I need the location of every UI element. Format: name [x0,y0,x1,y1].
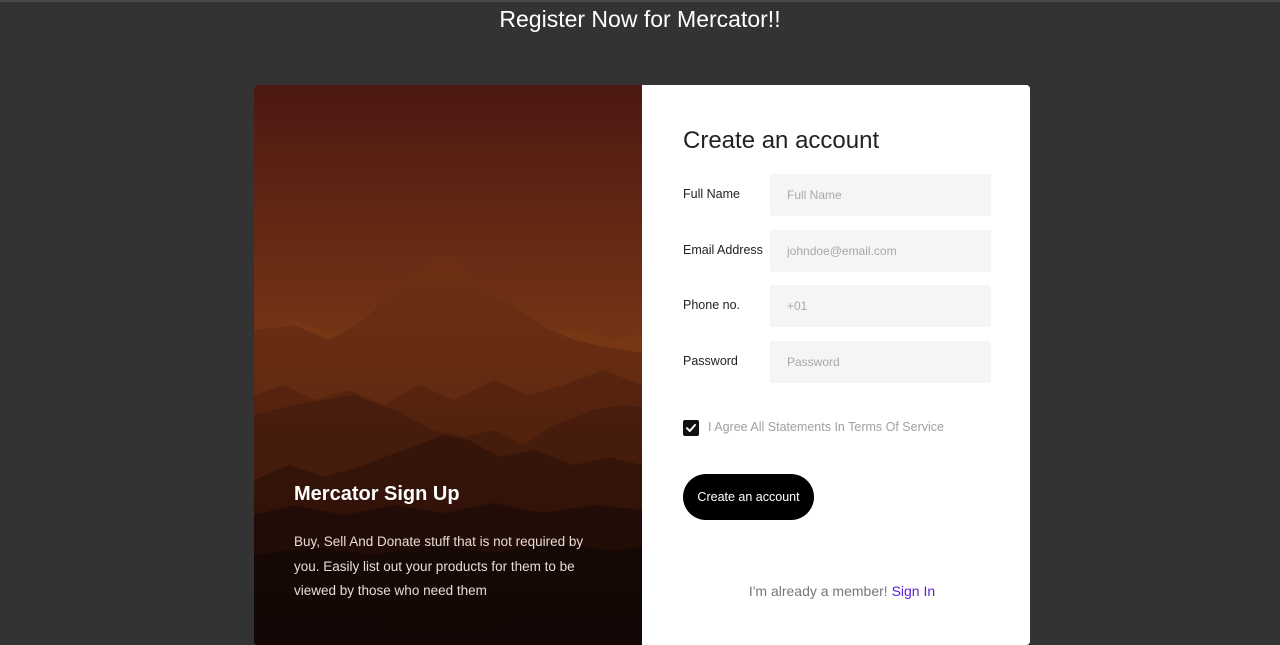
email-label: Email Address [683,243,763,257]
signin-prompt-row: I'm already a member! Sign In [642,583,1030,599]
full-name-label: Full Name [683,187,740,201]
signin-link[interactable]: Sign In [892,583,936,599]
form-heading: Create an account [683,127,880,154]
email-input[interactable] [770,230,991,272]
hero-description: Buy, Sell And Donate stuff that is not r… [294,534,584,598]
email-row: Email Address [683,230,991,272]
full-name-input[interactable] [770,174,991,216]
signin-prompt-text: I'm already a member! [748,583,888,599]
phone-input[interactable] [770,285,991,327]
signup-card: Mercator Sign Up Buy, Sell And Donate st… [254,85,1030,645]
hero-title: Mercator Sign Up [294,483,460,505]
checkmark-icon [686,424,696,432]
page-title: Register Now for Mercator!! [499,6,781,32]
terms-label: I Agree All Statements In Terms Of Servi… [708,420,944,434]
hero-panel: Mercator Sign Up Buy, Sell And Donate st… [254,85,642,645]
password-row: Password [683,341,991,383]
password-input[interactable] [770,341,991,383]
password-label: Password [683,354,738,368]
create-account-button[interactable]: Create an account [683,474,814,520]
phone-label: Phone no. [683,298,740,312]
signup-form: Create an account Full Name Email Addres… [642,85,1030,645]
terms-checkbox[interactable] [683,420,699,436]
full-name-row: Full Name [683,174,991,216]
phone-row: Phone no. [683,285,991,327]
page-top-divider [0,0,1280,2]
